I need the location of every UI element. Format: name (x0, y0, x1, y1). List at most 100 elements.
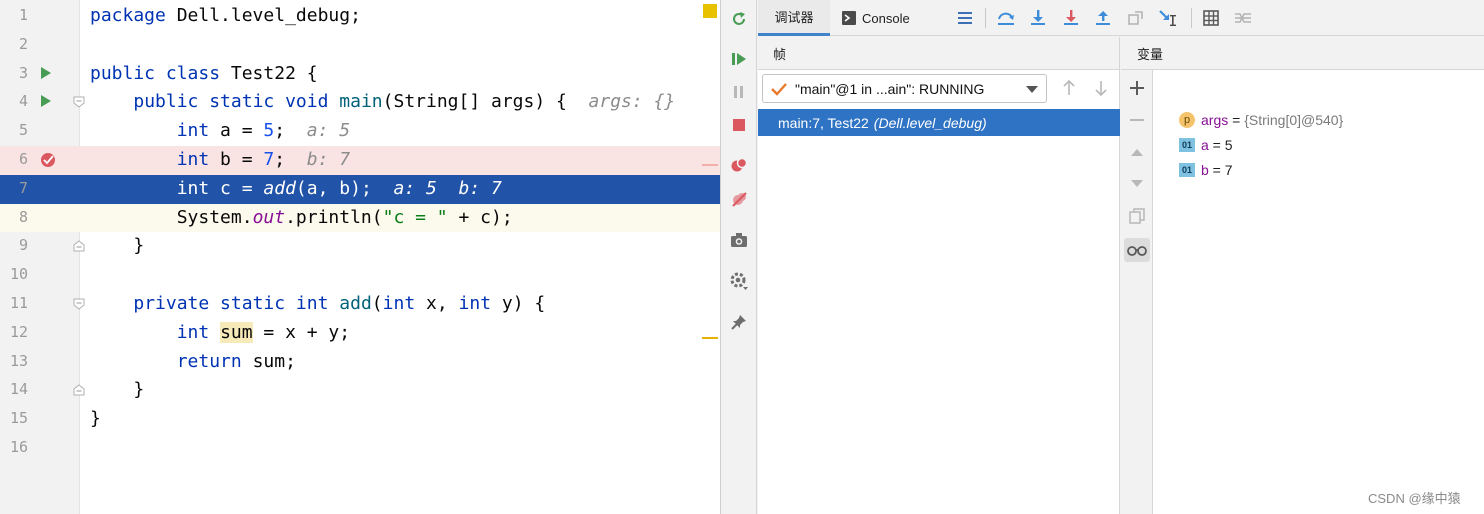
fold-marker-icon[interactable] (73, 298, 85, 310)
variable-row[interactable]: 01 b = 7 (1179, 160, 1233, 180)
evaluate-expression-icon[interactable] (1201, 8, 1221, 28)
code-text[interactable]: public class Test22 { (90, 63, 318, 85)
line-number[interactable]: 5 (0, 121, 28, 139)
line-number[interactable]: 9 (0, 236, 28, 254)
line-number[interactable]: 14 (0, 380, 28, 398)
fold-marker-icon[interactable] (73, 384, 85, 396)
line-number[interactable]: 3 (0, 64, 28, 82)
code-token: System. (90, 206, 253, 228)
code-line[interactable]: 13 return sum; (0, 348, 720, 377)
line-number[interactable]: 16 (0, 438, 28, 456)
code-text[interactable]: private static int add(int x, int y) { (90, 293, 545, 315)
variable-row[interactable]: 01 a = 5 (1179, 135, 1233, 155)
code-token: (String[] args) { (382, 91, 589, 113)
code-line[interactable]: 15} (0, 405, 720, 434)
code-token: int (176, 148, 210, 170)
code-token: add (339, 292, 372, 314)
code-text[interactable]: System.out.println("c = " + c); (90, 207, 513, 229)
rerun-icon[interactable] (729, 9, 749, 29)
code-line[interactable]: 11 private static int add(int x, int y) … (0, 290, 720, 319)
stop-icon[interactable] (729, 115, 749, 135)
line-number[interactable]: 6 (0, 150, 28, 168)
breakpoint-icon[interactable] (40, 152, 55, 168)
code-token: ( (371, 292, 383, 314)
variable-text: args = {String[0]@540} (1201, 112, 1343, 128)
pause-icon[interactable] (729, 82, 749, 102)
code-line[interactable]: 4 public static void main(String[] args)… (0, 88, 720, 117)
code-token: a = (209, 120, 264, 142)
move-up-icon[interactable] (1127, 142, 1147, 162)
force-step-into-icon[interactable] (1061, 8, 1081, 28)
line-number[interactable]: 1 (0, 6, 28, 24)
line-number[interactable]: 8 (0, 208, 28, 226)
tab-debugger[interactable]: 调试器 (758, 0, 830, 36)
code-text[interactable]: int sum = x + y; (90, 321, 350, 344)
remove-watch-icon[interactable] (1127, 110, 1147, 130)
code-line[interactable]: 8 System.out.println("c = " + c); (0, 203, 720, 233)
line-number[interactable]: 10 (0, 265, 28, 283)
code-area[interactable]: 1 package Dell.level_debug; 2 3 public class… (0, 2, 720, 463)
code-line[interactable]: 10 (0, 261, 720, 290)
tab-console[interactable]: Console (842, 0, 910, 36)
drop-frame-icon[interactable] (1126, 8, 1146, 28)
mute-breakpoints-icon[interactable] (729, 189, 749, 209)
code-line[interactable]: 6 int b = 7; b: 7 (0, 145, 720, 175)
resume-icon[interactable] (729, 49, 749, 69)
code-line[interactable]: 12 int sum = x + y; (0, 319, 720, 348)
copy-icon[interactable] (1127, 206, 1147, 226)
code-token: int (176, 120, 210, 142)
code-text[interactable]: int b = 7; b: 7 (90, 149, 350, 171)
arrow-down-icon[interactable] (1091, 78, 1111, 98)
code-line[interactable]: 16 (0, 434, 720, 463)
run-icon[interactable] (40, 94, 54, 110)
code-line[interactable]: 7 int c = add(a, b); a: 5 b: 7 (0, 174, 720, 204)
code-text[interactable]: } (90, 235, 144, 257)
code-text[interactable]: } (90, 379, 144, 401)
code-line[interactable]: 5 int a = 5; a: 5 (0, 117, 720, 146)
run-icon[interactable] (40, 66, 54, 82)
camera-icon[interactable] (729, 230, 749, 250)
line-number[interactable]: 2 (0, 35, 28, 53)
code-line[interactable]: 2 (0, 31, 720, 60)
code-text[interactable]: public static void main(String[] args) {… (90, 91, 675, 113)
code-line[interactable]: 9 } (0, 232, 720, 261)
step-over-icon[interactable] (996, 8, 1016, 28)
code-text[interactable]: package Dell.level_debug; (90, 5, 361, 27)
usage-stripe-mark[interactable] (702, 337, 718, 339)
pin-icon[interactable] (729, 312, 749, 332)
code-text[interactable]: int a = 5; a: 5 (90, 120, 350, 142)
fold-marker-icon[interactable] (73, 240, 85, 252)
step-into-icon[interactable] (1028, 8, 1048, 28)
code-text[interactable]: int c = add(a, b); a: 5 b: 7 (90, 178, 502, 200)
code-line[interactable]: 14 } (0, 376, 720, 405)
breakpoint-stripe-mark[interactable] (702, 164, 718, 166)
line-number[interactable]: 11 (0, 294, 28, 312)
add-watch-icon[interactable] (1127, 78, 1147, 98)
inspection-status-icon[interactable] (703, 4, 717, 18)
line-number[interactable]: 12 (0, 323, 28, 341)
variable-name: a (1201, 137, 1209, 153)
move-down-icon[interactable] (1127, 174, 1147, 194)
code-line[interactable]: 1 package Dell.level_debug; (0, 2, 720, 31)
glasses-icon[interactable] (1124, 238, 1150, 262)
line-number[interactable]: 15 (0, 409, 28, 427)
fold-marker-icon[interactable] (73, 96, 85, 109)
code-editor[interactable]: 1 package Dell.level_debug; 2 3 public class… (0, 0, 720, 514)
settings-gear-icon[interactable] (729, 271, 749, 291)
step-out-icon[interactable] (1093, 8, 1113, 28)
trace-current-stream-icon[interactable] (1233, 8, 1253, 28)
code-line[interactable]: 3 public class Test22 { (0, 60, 720, 89)
view-breakpoints-icon[interactable] (729, 155, 749, 175)
line-number[interactable]: 7 (0, 179, 28, 197)
thread-selector[interactable]: "main"@1 in ...ain": RUNNING (762, 74, 1047, 103)
show-execution-point-icon[interactable] (955, 8, 975, 28)
variable-row[interactable]: p args = {String[0]@540} (1179, 110, 1343, 130)
code-text[interactable]: return sum; (90, 351, 296, 373)
code-text[interactable]: } (90, 408, 101, 430)
line-number[interactable]: 13 (0, 352, 28, 370)
run-to-cursor-icon[interactable] (1158, 8, 1178, 28)
arrow-up-icon[interactable] (1059, 78, 1079, 98)
line-number[interactable]: 4 (0, 92, 28, 110)
stack-frame-row[interactable]: main:7, Test22 (Dell.level_debug) (758, 109, 1120, 136)
